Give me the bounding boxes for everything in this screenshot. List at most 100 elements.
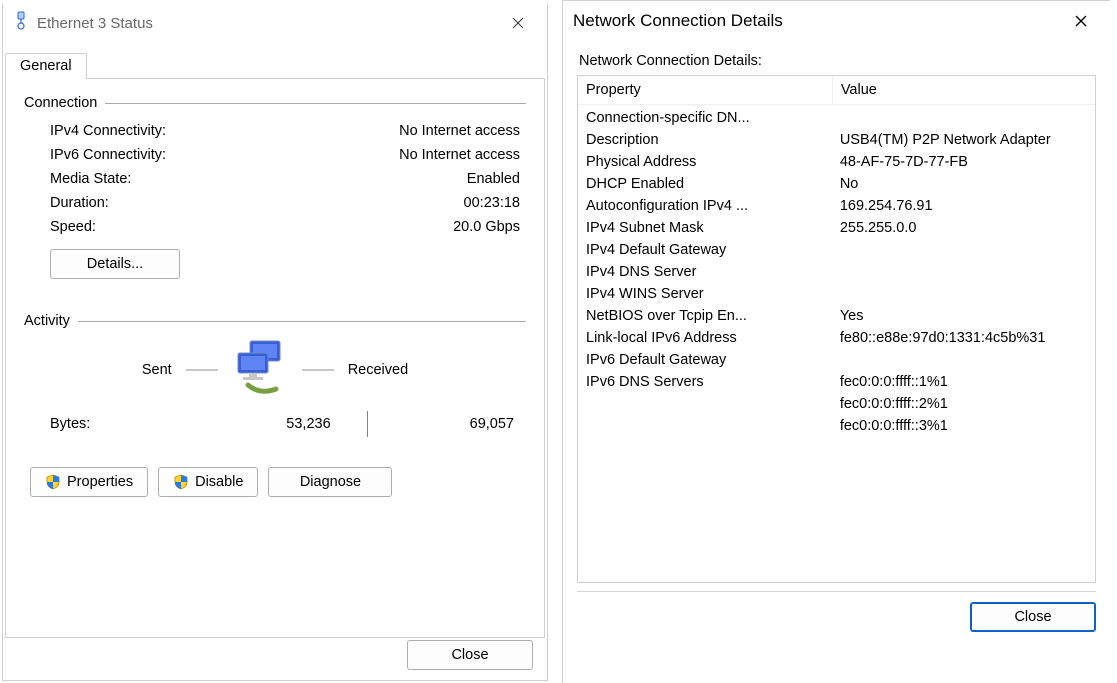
listview-rows: Connection-specific DN...DescriptionUSB4… — [578, 105, 1095, 439]
ipv6-value: No Internet access — [399, 147, 520, 163]
duration-value: 00:23:18 — [464, 195, 520, 211]
listview-row[interactable]: IPv4 WINS Server — [578, 283, 1095, 305]
bytes-label: Bytes: — [50, 416, 208, 432]
tab-general[interactable]: General — [5, 53, 87, 79]
status-close-dialog-button[interactable]: Close — [407, 640, 533, 670]
status-tabs: General — [5, 49, 545, 79]
row-ipv6: IPv6 Connectivity: No Internet access — [24, 143, 526, 167]
cell-value: 169.254.76.91 — [832, 195, 1095, 217]
tab-general-label: General — [20, 58, 72, 74]
cell-value: fec0:0:0:ffff::1%1 — [832, 371, 1095, 393]
listview-row[interactable]: DescriptionUSB4(TM) P2P Network Adapter — [578, 129, 1095, 151]
status-close-label: Close — [451, 647, 488, 663]
bytes-sent: 53,236 — [208, 416, 366, 432]
cell-value: 48-AF-75-7D-77-FB — [832, 151, 1095, 173]
listview-row[interactable]: IPv4 DNS Server — [578, 261, 1095, 283]
properties-button[interactable]: Properties — [30, 467, 148, 497]
listview-row[interactable]: IPv4 Default Gateway — [578, 239, 1095, 261]
divider — [105, 103, 526, 104]
col-property[interactable]: Property — [578, 76, 832, 104]
listview-row[interactable]: NetBIOS over Tcpip En...Yes — [578, 305, 1095, 327]
listview-row[interactable]: Link-local IPv6 Addressfe80::e88e:97d0:1… — [578, 327, 1095, 349]
ipv4-label: IPv4 Connectivity: — [50, 123, 166, 139]
details-button[interactable]: Details... — [50, 249, 180, 279]
listview-row[interactable]: Physical Address48-AF-75-7D-77-FB — [578, 151, 1095, 173]
listview-row[interactable]: DHCP EnabledNo — [578, 173, 1095, 195]
listview-row[interactable]: IPv4 Subnet Mask255.255.0.0 — [578, 217, 1095, 239]
cell-value — [832, 107, 1095, 129]
media-value: Enabled — [467, 171, 520, 187]
listview-row[interactable]: fec0:0:0:ffff::3%1 — [578, 415, 1095, 437]
disable-button-label: Disable — [195, 474, 243, 490]
cell-property: IPv6 DNS Servers — [578, 371, 832, 393]
listview-row[interactable]: Autoconfiguration IPv4 ...169.254.76.91 — [578, 195, 1095, 217]
details-section-label: Network Connection Details: — [579, 53, 1094, 69]
ipv6-label: IPv6 Connectivity: — [50, 147, 166, 163]
status-title: Ethernet 3 Status — [13, 11, 153, 35]
details-listview[interactable]: Property Value Connection-specific DN...… — [577, 75, 1096, 583]
cell-value — [832, 239, 1095, 261]
cell-property — [578, 415, 832, 437]
divider — [577, 591, 1096, 592]
cell-value: 255.255.0.0 — [832, 217, 1095, 239]
listview-header: Property Value — [578, 76, 1095, 105]
ethernet-status-dialog: Ethernet 3 Status General Connection IPv… — [2, 3, 548, 681]
group-connection-label: Connection — [24, 95, 97, 111]
media-label: Media State: — [50, 171, 131, 187]
status-tabpage: Connection IPv4 Connectivity: No Interne… — [5, 78, 545, 638]
cell-property: Physical Address — [578, 151, 832, 173]
status-close-button[interactable] — [499, 8, 537, 38]
status-titlebar: Ethernet 3 Status — [3, 3, 547, 43]
col-value[interactable]: Value — [832, 76, 1095, 104]
diagnose-button-label: Diagnose — [300, 474, 361, 490]
cell-value — [832, 283, 1095, 305]
details-button-label: Details... — [87, 256, 143, 272]
cell-value — [832, 349, 1095, 371]
cell-property: IPv4 Default Gateway — [578, 239, 832, 261]
listview-row[interactable]: IPv6 Default Gateway — [578, 349, 1095, 371]
listview-row[interactable]: Connection-specific DN... — [578, 107, 1095, 129]
details-titlebar: Network Connection Details — [563, 1, 1110, 41]
bytes-received: 69,057 — [368, 416, 526, 432]
speed-value: 20.0 Gbps — [453, 219, 520, 235]
properties-button-label: Properties — [67, 474, 133, 490]
divider — [78, 321, 526, 322]
cell-property: Connection-specific DN... — [578, 107, 832, 129]
divider — [302, 369, 334, 371]
cell-property: Link-local IPv6 Address — [578, 327, 832, 349]
speed-label: Speed: — [50, 219, 96, 235]
group-activity: Activity — [24, 313, 526, 329]
listview-row[interactable]: fec0:0:0:ffff::2%1 — [578, 393, 1095, 415]
duration-label: Duration: — [50, 195, 109, 211]
cell-value: fec0:0:0:ffff::3%1 — [832, 415, 1095, 437]
ipv4-value: No Internet access — [399, 123, 520, 139]
details-close-dialog-button[interactable]: Close — [970, 602, 1096, 632]
cell-value: fe80::e88e:97d0:1331:4c5b%31 — [832, 327, 1095, 349]
cell-property: Autoconfiguration IPv4 ... — [578, 195, 832, 217]
diagnose-button[interactable]: Diagnose — [268, 467, 392, 497]
group-activity-label: Activity — [24, 313, 70, 329]
cell-property: IPv4 DNS Server — [578, 261, 832, 283]
details-title-text: Network Connection Details — [573, 11, 783, 31]
col-value-label: Value — [841, 82, 877, 98]
cell-property: IPv4 Subnet Mask — [578, 217, 832, 239]
status-footer: Close — [407, 640, 533, 670]
row-speed: Speed: 20.0 Gbps — [24, 215, 526, 239]
disable-button[interactable]: Disable — [158, 467, 258, 497]
uac-shield-icon — [45, 474, 61, 490]
ethernet-icon — [13, 11, 29, 35]
cell-value: USB4(TM) P2P Network Adapter — [832, 129, 1095, 151]
row-duration: Duration: 00:23:18 — [24, 191, 526, 215]
row-media: Media State: Enabled — [24, 167, 526, 191]
network-details-dialog: Network Connection Details Network Conne… — [562, 0, 1110, 683]
cell-property: NetBIOS over Tcpip En... — [578, 305, 832, 327]
row-ipv4: IPv4 Connectivity: No Internet access — [24, 119, 526, 143]
cell-property: Description — [578, 129, 832, 151]
details-title: Network Connection Details — [573, 11, 783, 31]
status-title-text: Ethernet 3 Status — [37, 15, 153, 32]
details-close-button[interactable] — [1062, 6, 1100, 36]
cell-property: DHCP Enabled — [578, 173, 832, 195]
listview-row[interactable]: IPv6 DNS Serversfec0:0:0:ffff::1%1 — [578, 371, 1095, 393]
computers-icon — [232, 339, 288, 401]
action-buttons: Properties Disable Diagnose — [24, 467, 526, 497]
